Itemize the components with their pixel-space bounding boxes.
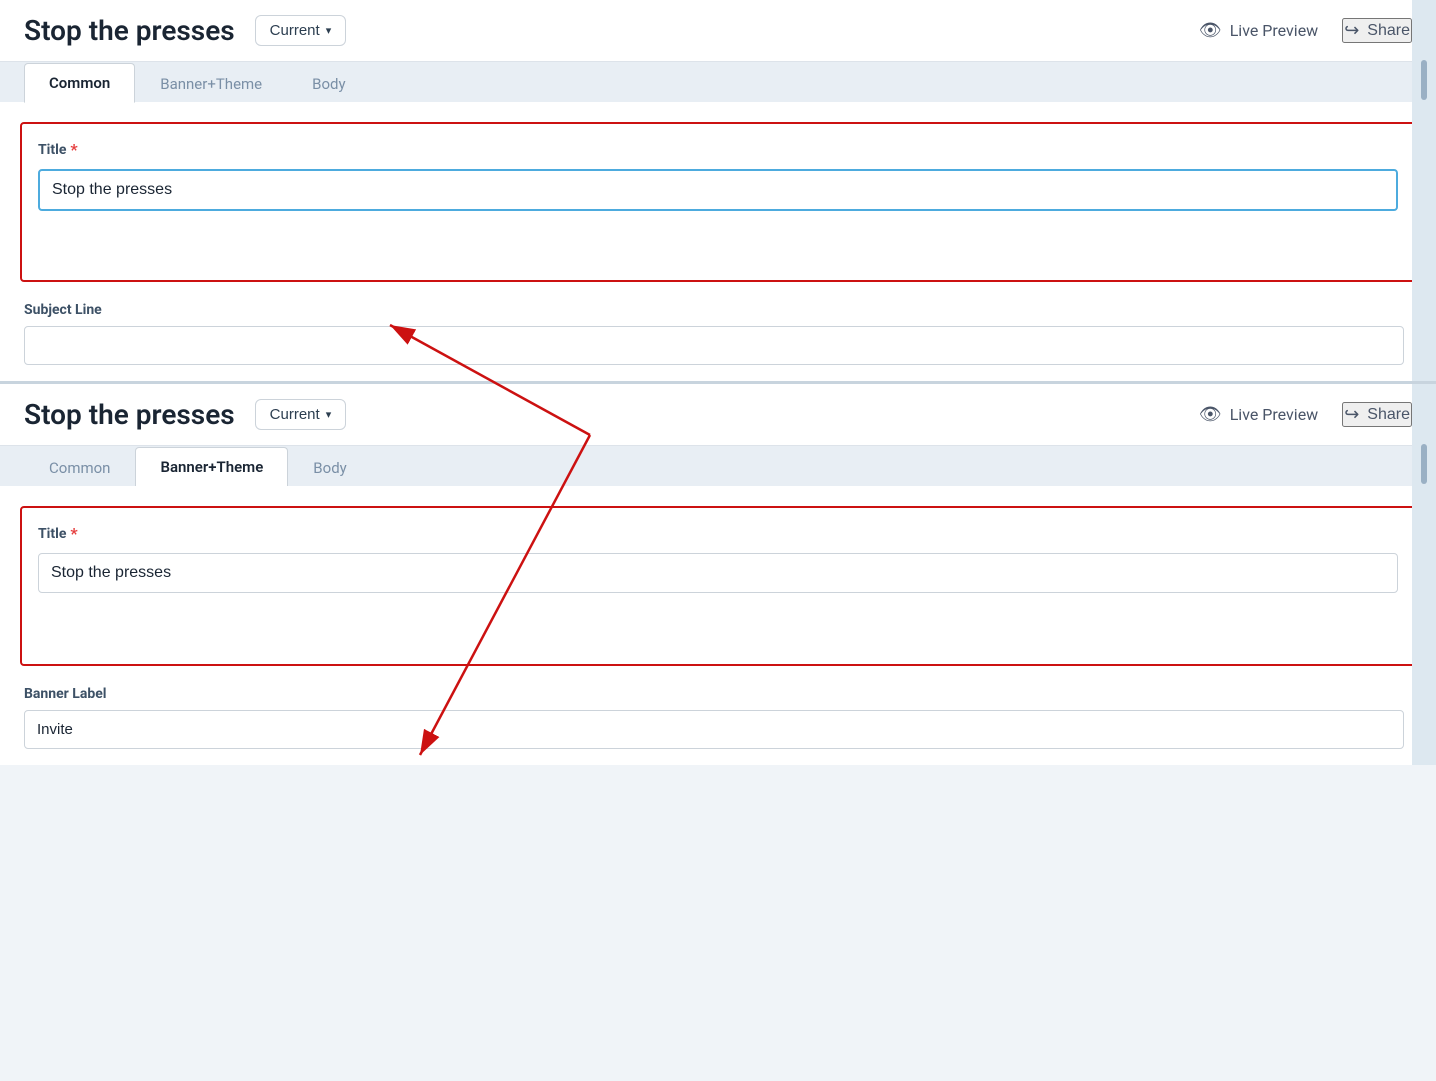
bottom-live-preview-button[interactable]: 👁 Live Preview <box>1199 404 1318 425</box>
top-title-input[interactable] <box>38 169 1398 211</box>
scroll-indicator <box>1421 60 1427 100</box>
bottom-share-button[interactable]: ↪ Share <box>1342 402 1412 427</box>
chevron-down-icon: ▾ <box>326 24 332 37</box>
page-wrapper: Stop the presses Current ▾ 👁 Live Previe… <box>0 0 1436 1081</box>
bottom-panel-title: Stop the presses <box>24 398 235 431</box>
bottom-panel: Stop the presses Current ▾ 👁 Live Previe… <box>0 384 1436 765</box>
top-share-button[interactable]: ↪ Share <box>1342 18 1412 43</box>
share-icon: ↪ <box>1344 20 1359 41</box>
top-panel: Stop the presses Current ▾ 👁 Live Previe… <box>0 0 1436 384</box>
top-panel-content: Title * Subject Line <box>0 102 1436 381</box>
top-title-section: Title * <box>20 122 1416 282</box>
tab-body-top[interactable]: Body <box>287 64 370 103</box>
tab-banner-theme-top[interactable]: Banner+Theme <box>135 64 287 103</box>
bottom-right-strip <box>1412 384 1436 765</box>
bottom-eye-icon: 👁 <box>1199 404 1222 425</box>
bottom-panel-header: Stop the presses Current ▾ 👁 Live Previe… <box>0 384 1436 446</box>
bottom-share-label: Share <box>1367 406 1410 424</box>
top-panel-title: Stop the presses <box>24 14 235 47</box>
top-header-actions: 👁 Live Preview ↪ Share <box>1199 18 1412 43</box>
top-panel-header: Stop the presses Current ▾ 👁 Live Previe… <box>0 0 1436 62</box>
tab-body-bottom[interactable]: Body <box>288 448 371 487</box>
version-label: Current <box>270 22 320 39</box>
top-subject-section: Subject Line <box>20 302 1416 365</box>
bottom-live-preview-label: Live Preview <box>1230 405 1319 424</box>
top-subject-input[interactable] <box>24 326 1404 365</box>
eye-icon: 👁 <box>1199 20 1222 41</box>
bottom-tabs-bar: Common Banner+Theme Body <box>0 446 1436 486</box>
tab-common-bottom[interactable]: Common <box>24 448 135 487</box>
bottom-title-section: Title * <box>20 506 1416 666</box>
bottom-title-required: * <box>70 524 77 543</box>
live-preview-label: Live Preview <box>1230 21 1319 40</box>
top-title-label: Title * <box>38 140 1398 159</box>
bottom-title-input[interactable] <box>38 553 1398 593</box>
share-label: Share <box>1367 22 1410 40</box>
bottom-share-icon: ↪ <box>1344 404 1359 425</box>
bottom-version-dropdown[interactable]: Current ▾ <box>255 399 347 430</box>
top-version-dropdown[interactable]: Current ▾ <box>255 15 347 46</box>
tab-banner-theme-bottom[interactable]: Banner+Theme <box>135 447 288 487</box>
top-tabs-bar: Common Banner+Theme Body <box>0 62 1436 102</box>
tab-common-top[interactable]: Common <box>24 63 135 103</box>
bottom-banner-label-section: Banner Label <box>20 686 1416 749</box>
bottom-scroll-indicator <box>1421 444 1427 484</box>
bottom-chevron-icon: ▾ <box>326 408 332 421</box>
bottom-banner-label-input[interactable] <box>24 710 1404 749</box>
bottom-banner-label-heading: Banner Label <box>24 686 1412 702</box>
bottom-panel-content: Title * Banner Label <box>0 486 1436 765</box>
top-live-preview-button[interactable]: 👁 Live Preview <box>1199 20 1318 41</box>
bottom-title-label: Title * <box>38 524 1398 543</box>
bottom-header-actions: 👁 Live Preview ↪ Share <box>1199 402 1412 427</box>
top-right-strip <box>1412 0 1436 381</box>
bottom-version-label: Current <box>270 406 320 423</box>
top-title-required: * <box>70 140 77 159</box>
top-subject-label: Subject Line <box>24 302 1412 318</box>
